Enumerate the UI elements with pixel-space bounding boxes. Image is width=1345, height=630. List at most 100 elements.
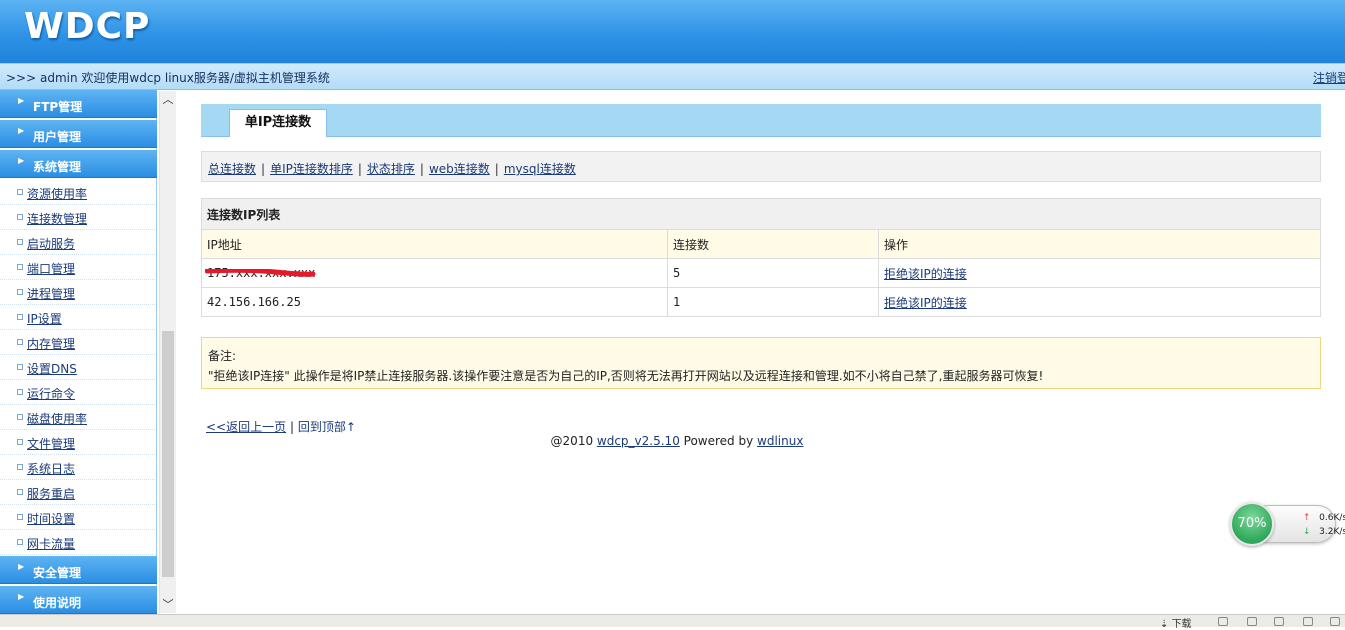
square-bullet-icon <box>17 389 23 395</box>
sidebar-item-label: 服务重启 <box>27 487 76 501</box>
footer: @2010 wdcp_v2.5.10 Powered by wdlinux <box>177 434 1177 448</box>
square-bullet-icon <box>17 314 23 320</box>
download-arrow-icon: ↓ <box>1303 527 1311 537</box>
scroll-down-icon[interactable]: ﹀ <box>160 596 176 613</box>
separator: | <box>419 162 424 176</box>
sidebar-category-label: 用户管理 <box>33 130 82 144</box>
sidebar-item-label: 系统日志 <box>27 462 76 476</box>
memory-usage-gauge[interactable]: 70% <box>1230 502 1274 546</box>
sidebar-item-run-command[interactable]: 运行命令 <box>0 380 155 405</box>
caret-right-icon: ▶ <box>18 126 25 135</box>
subnav-link-web[interactable]: web连接数 <box>429 162 490 176</box>
sidebar-scrollbar[interactable]: ︿ ﹀ <box>159 91 176 613</box>
sidebar-item-label: 进程管理 <box>27 287 76 301</box>
browser-status-bar: ⇣ 下载 <box>0 614 1345 630</box>
separator: | <box>494 162 499 176</box>
square-bullet-icon <box>17 339 23 345</box>
separator: | <box>289 420 294 434</box>
table-caption-row: 连接数IP列表 <box>201 198 1321 230</box>
note-title: 备注: <box>208 349 237 363</box>
scrollbar-thumb[interactable] <box>162 331 174 577</box>
sidebar-category-help[interactable]: ▶ 使用说明 <box>0 586 157 614</box>
sidebar-item-label: 启动服务 <box>27 237 76 251</box>
count-cell: 5 <box>667 258 879 288</box>
sidebar-item-start-services[interactable]: 启动服务 <box>0 230 155 255</box>
back-to-top-link[interactable]: 回到顶部↑ <box>298 420 356 434</box>
sidebar-item-ports[interactable]: 端口管理 <box>0 255 155 280</box>
ip-text: 175.xxx.xxx.xxx <box>207 266 316 280</box>
sidebar-item-resource-usage[interactable]: 资源使用率 <box>0 180 155 205</box>
upload-arrow-icon: ↑ <box>1303 513 1311 523</box>
download-row: ↓ 3.2K/s <box>1303 527 1345 537</box>
main-content: 单IP连接数 总连接数 | 单IP连接数排序 | 状态排序 | web连接数 | mysql连接… <box>177 91 1345 614</box>
sidebar-item-disk-usage[interactable]: 磁盘使用率 <box>0 405 155 430</box>
sidebar-category-security[interactable]: ▶ 安全管理 <box>0 556 157 584</box>
connection-subnav: 总连接数 | 单IP连接数排序 | 状态排序 | web连接数 | mysql连接数 <box>201 151 1321 182</box>
deny-ip-link[interactable]: 拒绝该IP的连接 <box>884 267 967 281</box>
square-bullet-icon <box>17 414 23 420</box>
separator: | <box>261 162 266 176</box>
sidebar-item-ip-settings[interactable]: IP设置 <box>0 305 155 330</box>
sidebar-item-label: 磁盘使用率 <box>27 412 88 426</box>
brand-link[interactable]: wdlinux <box>757 434 803 448</box>
square-bullet-icon <box>17 514 23 520</box>
square-bullet-icon <box>17 464 23 470</box>
sidebar-item-service-restart[interactable]: 服务重启 <box>0 480 155 505</box>
caret-right-icon: ▶ <box>18 562 25 571</box>
sidebar-category-label: FTP管理 <box>33 100 83 114</box>
sidebar-item-label: 网卡流量 <box>27 537 76 551</box>
sidebar-category-system[interactable]: ▶ 系统管理 <box>0 150 157 178</box>
table-caption: 连接数IP列表 <box>201 198 1321 230</box>
subnav-link-ip-sort[interactable]: 单IP连接数排序 <box>270 162 353 176</box>
page-icon[interactable] <box>1330 617 1340 626</box>
download-indicator[interactable]: ⇣ 下载 <box>1160 615 1192 630</box>
logout-link[interactable]: 注销登 <box>1313 69 1345 86</box>
tab-single-ip-connections[interactable]: 单IP连接数 <box>229 109 327 137</box>
sidebar-item-memory[interactable]: 内存管理 <box>0 330 155 355</box>
subnav-link-mysql[interactable]: mysql连接数 <box>504 162 576 176</box>
welcome-text: >>> admin 欢迎使用wdcp linux服务器/虚拟主机管理系统 <box>6 71 330 85</box>
download-label: 下载 <box>1171 619 1192 630</box>
network-speed-widget[interactable]: ↑ 0.6K/s ↓ 3.2K/s 70% <box>1230 502 1345 548</box>
sidebar-item-time-settings[interactable]: 时间设置 <box>0 505 155 530</box>
subnav-link-total[interactable]: 总连接数 <box>208 162 256 176</box>
sidebar-item-processes[interactable]: 进程管理 <box>0 280 155 305</box>
separator: | <box>357 162 362 176</box>
square-bullet-icon <box>17 364 23 370</box>
sidebar-item-label: 运行命令 <box>27 387 76 401</box>
deny-ip-link[interactable]: 拒绝该IP的连接 <box>884 296 967 310</box>
table-row: 175.xxx.xxx.xxx 5 拒绝该IP的连接 <box>201 258 1321 288</box>
back-link[interactable]: <<返回上一页 <box>206 420 286 434</box>
page-icon[interactable] <box>1274 617 1284 626</box>
action-cell: 拒绝该IP的连接 <box>878 258 1321 288</box>
sidebar-category-label: 安全管理 <box>33 566 82 580</box>
sidebar-item-connections[interactable]: 连接数管理 <box>0 205 155 230</box>
note-box: 备注: "拒绝该IP连接" 此操作是将IP禁止连接服务器.该操作要注意是否为自己… <box>201 337 1321 389</box>
sidebar-item-label: 设置DNS <box>27 362 77 376</box>
column-header-action: 操作 <box>878 229 1321 259</box>
subnav-link-state-sort[interactable]: 状态排序 <box>367 162 415 176</box>
square-bullet-icon <box>17 239 23 245</box>
square-bullet-icon <box>17 264 23 270</box>
page-icon[interactable] <box>1247 617 1257 626</box>
sidebar-item-files[interactable]: 文件管理 <box>0 430 155 455</box>
tab-bar: 单IP连接数 <box>201 104 1321 137</box>
square-bullet-icon <box>17 189 23 195</box>
logo: WDCP <box>24 6 151 47</box>
ip-cell: 175.xxx.xxx.xxx <box>201 258 668 288</box>
sidebar-item-system-log[interactable]: 系统日志 <box>0 455 155 480</box>
page-icon[interactable] <box>1303 617 1313 626</box>
square-bullet-icon <box>17 539 23 545</box>
window-icon[interactable] <box>1218 617 1228 626</box>
sidebar-category-ftp[interactable]: ▶ FTP管理 <box>0 90 157 118</box>
sidebar-category-users[interactable]: ▶ 用户管理 <box>0 120 157 148</box>
footer-powered: Powered by <box>679 434 758 448</box>
sidebar-item-label: 时间设置 <box>27 512 76 526</box>
sidebar-category-label: 使用说明 <box>33 596 82 610</box>
version-link[interactable]: wdcp_v2.5.10 <box>597 434 680 448</box>
scroll-up-icon[interactable]: ︿ <box>160 91 176 108</box>
ip-cell: 42.156.166.25 <box>201 287 668 317</box>
header: WDCP <box>0 0 1345 63</box>
sidebar-item-dns[interactable]: 设置DNS <box>0 355 155 380</box>
sidebar-item-nic-traffic[interactable]: 网卡流量 <box>0 530 155 555</box>
